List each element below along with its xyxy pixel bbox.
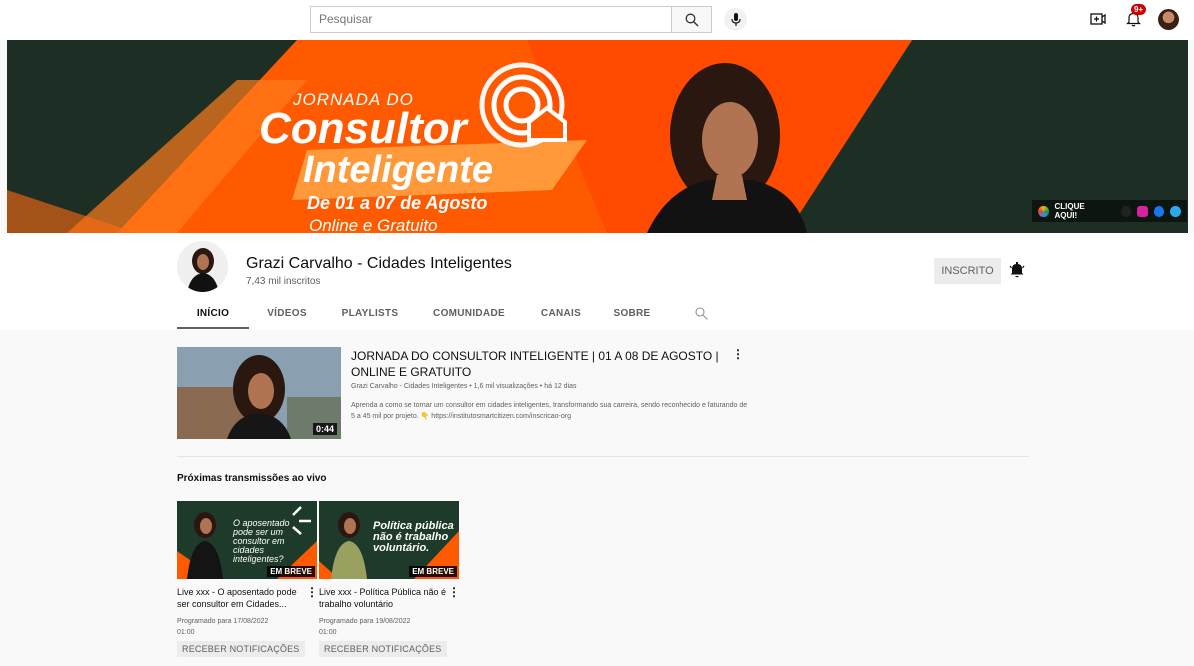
upcoming-thumbnail[interactable]: O aposentado pode ser um consultor em ci…: [177, 501, 317, 579]
telegram-icon[interactable]: [1170, 205, 1181, 217]
channel-avatar[interactable]: [177, 241, 228, 292]
notification-bell-button[interactable]: [1009, 261, 1025, 284]
upcoming-title[interactable]: Live xxx - Política Pública não é trabal…: [319, 586, 447, 610]
subscribed-button[interactable]: INSCRITO: [934, 258, 1001, 284]
search-icon: [685, 13, 698, 26]
banner-line-3: Inteligente: [303, 149, 494, 191]
more-options-icon[interactable]: ⋮: [306, 586, 318, 598]
tab-videos[interactable]: VÍDEOS: [249, 299, 325, 329]
coming-soon-badge: EM BREVE: [409, 566, 457, 577]
featured-video-title[interactable]: JORNADA DO CONSULTOR INTELIGENTE | 01 A …: [351, 348, 721, 380]
scheduled-time: Programado para 19/08/2022 01:00: [319, 618, 411, 636]
upcoming-card: Política pública não é trabalho voluntár…: [319, 501, 459, 657]
create-button[interactable]: [1088, 8, 1108, 30]
search-icon: [695, 307, 708, 320]
upcoming-section-title: Próximas transmissões ao vivo: [177, 473, 327, 484]
upcoming-thumbnail[interactable]: Política pública não é trabalho voluntár…: [319, 501, 459, 579]
search-button[interactable]: [672, 6, 712, 33]
scheduled-time: Programado para 17/08/2022 01:00: [177, 618, 269, 636]
channel-name: Grazi Carvalho - Cidades Inteligentes: [246, 255, 512, 272]
coming-soon-badge: EM BREVE: [267, 566, 315, 577]
video-duration: 0:44: [312, 423, 337, 435]
channel-tabs: INÍCIO VÍDEOS PLAYLISTS COMUNIDADE CANAI…: [177, 299, 665, 329]
tab-sobre[interactable]: SOBRE: [599, 299, 665, 329]
mic-icon: [730, 13, 741, 26]
banner-links[interactable]: CLIQUE AQUI!: [1032, 200, 1187, 222]
notifications-button[interactable]: 9+: [1122, 4, 1147, 30]
tab-canais[interactable]: CANAIS: [523, 299, 599, 329]
bell-icon: [1009, 262, 1025, 278]
notify-me-button[interactable]: RECEBER NOTIFICAÇÕES: [177, 641, 305, 657]
top-bar: Pesquisar 9+: [0, 0, 1194, 40]
instagram-icon[interactable]: [1137, 205, 1148, 217]
channel-banner: JORNADA DO Consultor Inteligente De 01 a…: [7, 40, 1188, 233]
voice-search-button[interactable]: [724, 8, 747, 31]
notifications-badge: 9+: [1131, 4, 1147, 15]
channel-header: Grazi Carvalho - Cidades Inteligentes 7,…: [0, 233, 1194, 330]
facebook-icon[interactable]: [1153, 205, 1165, 217]
thumbnail-caption: O aposentado pode ser um consultor em ci…: [233, 518, 290, 564]
tab-playlists[interactable]: PLAYLISTS: [325, 299, 415, 329]
subscriber-count: 7,43 mil inscritos: [246, 276, 321, 287]
banner-dates: De 01 a 07 de Agosto: [307, 193, 488, 213]
tab-comunidade[interactable]: COMUNIDADE: [415, 299, 523, 329]
banner-online: Online e Gratuito: [309, 216, 438, 233]
more-options-icon[interactable]: ⋮: [732, 348, 744, 360]
search-input[interactable]: Pesquisar: [310, 6, 672, 33]
link-icon: [1038, 205, 1049, 217]
section-divider: [177, 456, 1029, 457]
notify-me-button[interactable]: RECEBER NOTIFICAÇÕES: [319, 641, 447, 657]
tab-inicio[interactable]: INÍCIO: [177, 299, 249, 329]
tiktok-icon[interactable]: [1120, 205, 1132, 217]
more-options-icon[interactable]: ⋮: [448, 586, 460, 598]
featured-video-thumbnail[interactable]: 0:44: [177, 347, 341, 439]
banner-graphic: [7, 40, 1188, 233]
create-video-icon: [1090, 13, 1106, 25]
account-avatar[interactable]: [1158, 9, 1179, 30]
upcoming-card: O aposentado pode ser um consultor em ci…: [177, 501, 317, 657]
channel-search-button[interactable]: [695, 307, 708, 325]
upcoming-title[interactable]: Live xxx - O aposentado pode ser consult…: [177, 586, 305, 610]
banner-cta[interactable]: CLIQUE AQUI!: [1055, 202, 1107, 220]
thumbnail-caption: Política pública não é trabalho voluntár…: [373, 520, 454, 554]
featured-video-description: Aprenda a como se tornar um consultor em…: [351, 402, 748, 420]
featured-video-meta: Grazi Carvalho - Cidades Inteligentes • …: [351, 383, 577, 390]
